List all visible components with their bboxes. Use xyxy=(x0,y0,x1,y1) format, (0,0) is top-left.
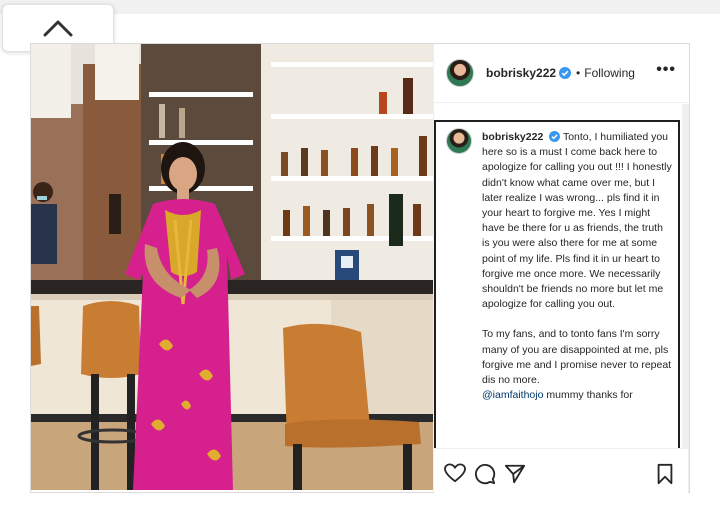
post-actions xyxy=(434,448,688,495)
heart-icon[interactable] xyxy=(444,463,466,483)
following-button[interactable]: Following xyxy=(584,66,635,80)
bar-scene-illustration xyxy=(31,44,433,490)
post-side-panel: bobrisky222 • Following ••• bobrisky222 … xyxy=(433,44,689,492)
caption-username-link[interactable]: bobrisky222 xyxy=(482,131,543,143)
caption-area: bobrisky222 Tonto, I humiliated you here… xyxy=(434,120,680,492)
verified-badge-icon xyxy=(549,131,561,142)
separator-dot: • xyxy=(576,66,581,80)
chevron-up-icon xyxy=(43,20,73,37)
more-options-icon[interactable]: ••• xyxy=(656,62,676,78)
caption-paragraph-1: Tonto, I humiliated you here so is a mus… xyxy=(482,131,672,311)
instagram-post: bobrisky222 • Following ••• bobrisky222 … xyxy=(30,43,690,493)
caption-avatar[interactable] xyxy=(446,128,472,154)
username-link[interactable]: bobrisky222 xyxy=(486,66,556,80)
caption-scrollbar[interactable] xyxy=(682,104,689,492)
caption-paragraph-3: mummy thanks for xyxy=(543,389,633,402)
share-icon[interactable] xyxy=(504,463,526,485)
post-header: bobrisky222 • Following ••• xyxy=(434,44,689,103)
post-photo[interactable] xyxy=(31,44,433,490)
avatar[interactable] xyxy=(446,59,474,87)
caption-paragraph-2: To my fans, and to tonto fans I'm sorry … xyxy=(482,328,672,387)
bookmark-icon[interactable] xyxy=(656,463,674,485)
verified-badge-icon xyxy=(559,67,572,79)
mention-link[interactable]: @iamfaithojo xyxy=(482,389,543,401)
comment-icon[interactable] xyxy=(474,463,496,485)
caption-text: bobrisky222 Tonto, I humiliated you here… xyxy=(482,130,672,403)
